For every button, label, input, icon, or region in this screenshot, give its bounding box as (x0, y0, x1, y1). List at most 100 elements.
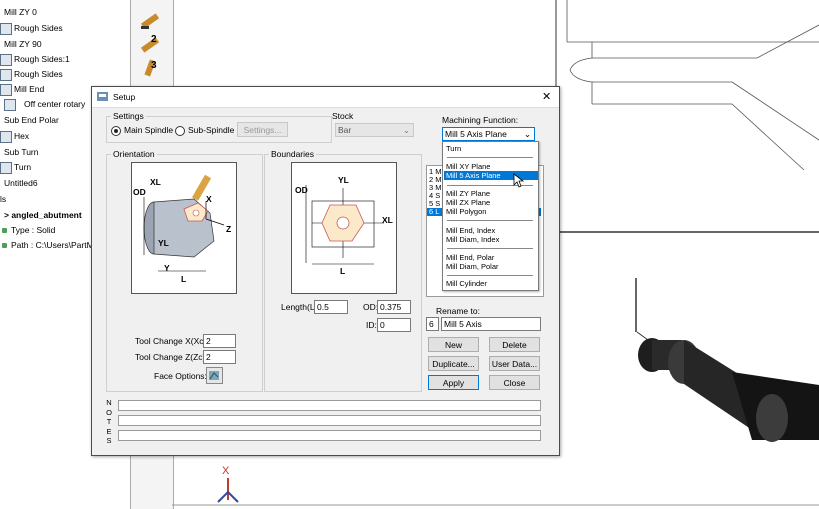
tree-item[interactable]: Rough Sides:1 (0, 52, 70, 66)
face-options-label: Face Options: (154, 371, 207, 381)
tree-item[interactable]: Mill ZY 0 (0, 5, 37, 19)
settings-button[interactable]: Settings... (237, 122, 288, 137)
radio-unselected-icon (175, 125, 185, 136)
tool-button[interactable] (137, 8, 165, 32)
main-spindle-label: Main Spindle (124, 125, 174, 135)
user-data-button[interactable]: User Data... (489, 356, 540, 371)
mouse-cursor-icon (513, 173, 524, 188)
dialog-title: Setup (113, 92, 136, 102)
operation-icon (0, 68, 12, 81)
operation-icon (0, 83, 12, 96)
od-field-label: OD: (363, 302, 379, 312)
new-button[interactable]: New (428, 337, 479, 352)
od-input[interactable]: 0.375 (377, 300, 411, 314)
dropdown-option[interactable]: Mill End, Polar (444, 253, 538, 262)
dropdown-option[interactable]: Turn (444, 144, 538, 153)
tree-item-label: Path : C:\Users\PartM (11, 240, 94, 250)
machining-function-value: Mill 5 Axis Plane (445, 129, 507, 139)
chevron-down-icon: ⌄ (402, 125, 410, 135)
notes-letter: N (106, 398, 112, 407)
tree-item[interactable]: Mill ZY 90 (0, 37, 42, 51)
dropdown-option[interactable]: Mill XY Plane (444, 162, 538, 171)
operation-icon (0, 130, 12, 143)
id-input[interactable]: 0 (377, 318, 411, 332)
close-button[interactable]: Close (489, 375, 540, 390)
close-icon[interactable]: ✕ (542, 90, 551, 103)
tree-item[interactable]: Turn (0, 160, 31, 174)
length-input[interactable]: 0.5 (314, 300, 348, 314)
xl-label: XL (382, 215, 393, 225)
tree-item[interactable]: Untitled6 (0, 176, 38, 190)
dropdown-option[interactable]: Mill ZX Plane (444, 198, 538, 207)
tree-item: ls (0, 192, 6, 206)
notes-letter: T (106, 417, 112, 426)
dropdown-option[interactable]: Mill Polygon (444, 207, 538, 216)
tree-item[interactable]: Sub End Polar (0, 113, 59, 127)
tree-item-label: Untitled6 (4, 178, 38, 188)
main-spindle-radio[interactable]: Main Spindle (111, 125, 173, 136)
tree-item[interactable]: Off center rotary (4, 97, 85, 111)
yl-label: YL (338, 175, 349, 185)
tree-item-label: Turn (14, 162, 32, 172)
dropdown-option[interactable]: Mill Cylinder (444, 279, 538, 288)
rename-input[interactable]: Mill 5 Axis (441, 317, 541, 331)
svg-text:2: 2 (151, 34, 157, 45)
machining-function-select[interactable]: Mill 5 Axis Plane ⌄ (442, 127, 535, 141)
dropdown-option[interactable]: Mill End, Index (444, 226, 538, 235)
tree-item-label: ls (0, 194, 7, 204)
operation-icon (4, 98, 16, 111)
orientation-group-title: Orientation (111, 149, 157, 159)
boundaries-diagram: OD YL XL L (291, 162, 397, 294)
face-options-button[interactable] (206, 367, 223, 384)
setup-dialog: Setup ✕ Settings Main Spindle Sub-Spindl… (91, 86, 560, 456)
tree-item[interactable]: Sub Turn (0, 145, 39, 159)
sub-spindle-label: Sub-Spindle (188, 125, 235, 135)
notes-line-2[interactable] (118, 415, 541, 426)
tree-item[interactable]: > angled_abutment (0, 208, 82, 222)
tree-item[interactable]: Rough Sides (0, 67, 63, 81)
svg-text:X: X (222, 465, 230, 477)
axis-triad-icon: X (217, 465, 239, 503)
notes-letter: O (106, 407, 112, 417)
id-field-label: ID: (366, 320, 377, 330)
tree-item-label: Sub Turn (4, 147, 39, 157)
sub-spindle-radio[interactable]: Sub-Spindle (175, 125, 234, 136)
tree-item-label: Hex (14, 131, 30, 141)
stock-select[interactable]: Bar ⌄ (335, 123, 414, 137)
notes-line-1[interactable] (118, 400, 541, 411)
tree-item[interactable]: Mill End (0, 82, 44, 96)
apply-button[interactable]: Apply (428, 375, 479, 390)
tool-change-z-input[interactable]: 2 (203, 350, 236, 364)
operation-icon (0, 22, 12, 35)
duplicate-button[interactable]: Duplicate... (428, 356, 479, 371)
tool-change-x-input[interactable]: 2 (203, 334, 236, 348)
tree-item[interactable]: Rough Sides (0, 21, 63, 35)
drill-tool-icon (140, 13, 160, 29)
tool-button[interactable]: 2 (137, 32, 165, 56)
machining-function-dropdown[interactable]: Turn Mill XY Plane Mill 5 Axis Plane Mil… (442, 141, 539, 291)
dropdown-separator (447, 157, 533, 158)
face-options-icon (209, 371, 219, 380)
stock-group-title: Stock (332, 111, 354, 121)
tree-item[interactable]: Hex (0, 129, 29, 143)
setup-app-icon (97, 92, 108, 101)
operation-icon (0, 53, 12, 66)
rename-label: Rename to: (436, 306, 480, 316)
tree-item-label: Mill ZY 90 (4, 39, 42, 49)
dropdown-option[interactable]: Mill ZY Plane (444, 189, 538, 198)
tree-item-label: Rough Sides:1 (14, 54, 70, 64)
tree-item: Path : C:\Users\PartM (0, 238, 94, 252)
tool-change-x-label: Tool Change X(Xc): (135, 336, 209, 346)
tool-button[interactable]: 3 (137, 56, 165, 80)
delete-button[interactable]: Delete (489, 337, 540, 352)
notes-line-3[interactable] (118, 430, 541, 441)
radio-selected-icon (111, 125, 121, 136)
settings-group: Settings Main Spindle Sub-Spindle Settin… (106, 111, 332, 143)
tree-item-label: Off center rotary (24, 99, 86, 109)
dropdown-option[interactable]: Mill Diam, Index (444, 235, 538, 244)
dialog-titlebar[interactable]: Setup ✕ (92, 87, 559, 108)
od-label: OD (295, 185, 308, 195)
z-axis-label: Z (226, 224, 232, 234)
dropdown-option[interactable]: Mill Diam, Polar (444, 262, 538, 271)
tool-holder-model (635, 278, 819, 442)
